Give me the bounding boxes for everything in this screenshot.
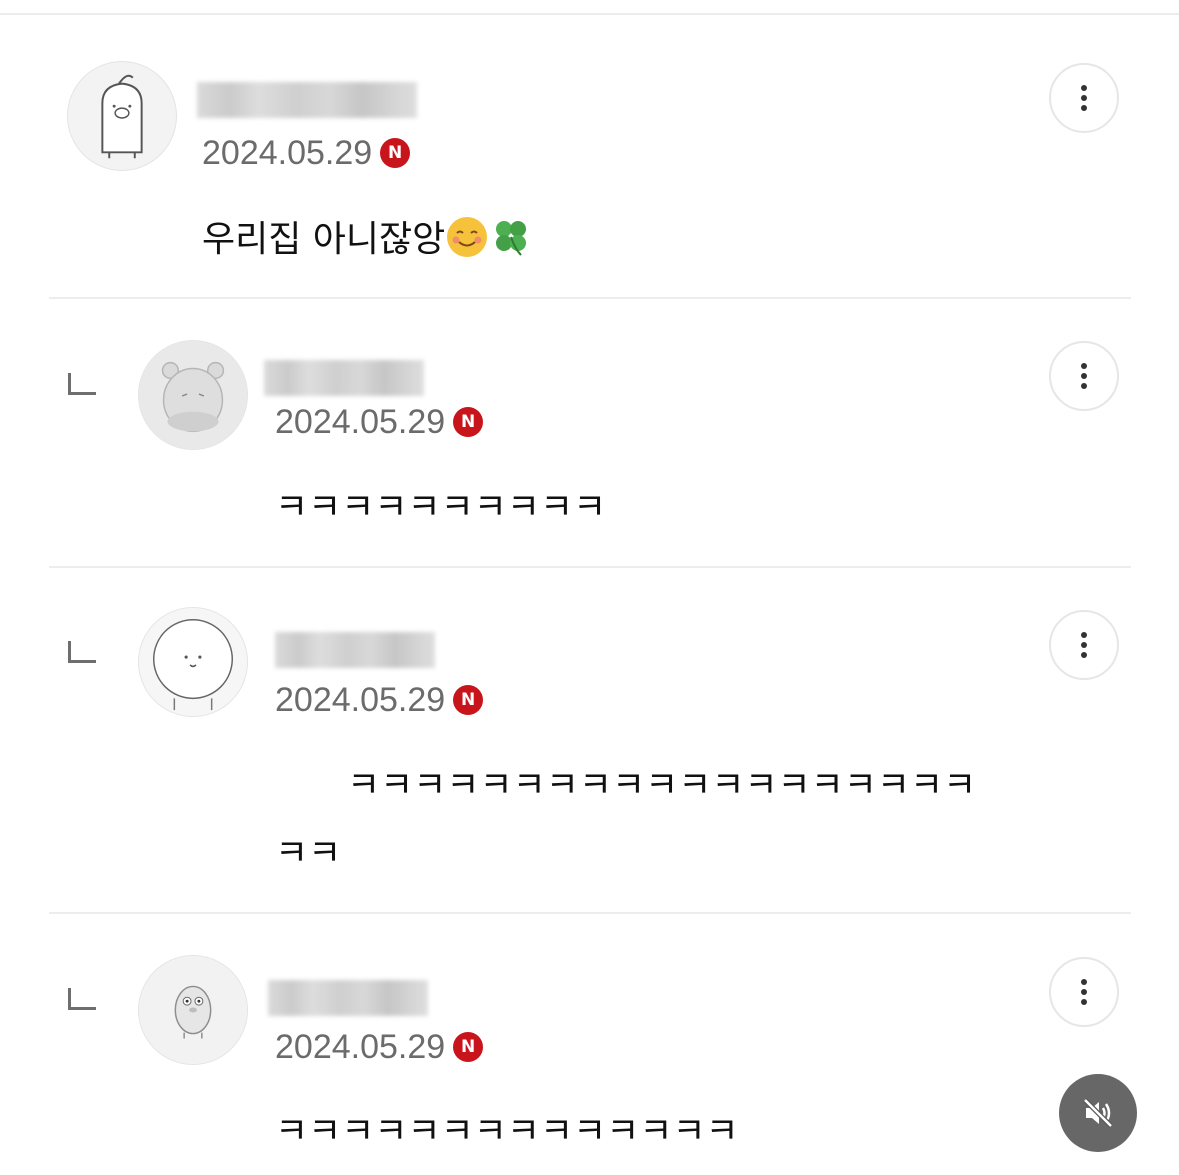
date-row: 2024.05.29 N xyxy=(275,402,484,442)
more-options-button[interactable] xyxy=(1049,63,1119,133)
smiling-blush-emoji xyxy=(447,217,488,257)
comment-divider xyxy=(49,297,1131,299)
avatar[interactable] xyxy=(67,61,177,171)
username-redacted xyxy=(264,360,424,396)
comment-date: 2024.05.29 xyxy=(202,133,373,172)
avatar[interactable] xyxy=(138,955,248,1065)
comment-date: 2024.05.29 xyxy=(275,680,446,719)
chick-avatar-icon xyxy=(139,956,247,1064)
new-badge: N xyxy=(453,407,484,437)
mute-toggle-button[interactable] xyxy=(1059,1074,1137,1152)
more-vertical-icon-dot xyxy=(1081,373,1087,379)
more-vertical-icon xyxy=(1081,632,1087,638)
more-vertical-icon xyxy=(1081,363,1087,369)
more-options-button[interactable] xyxy=(1049,957,1119,1027)
comment-divider xyxy=(49,912,1131,914)
more-vertical-icon xyxy=(1081,979,1087,985)
username-redacted xyxy=(275,632,435,668)
reply-corner-icon xyxy=(68,373,96,395)
comment-text: ㅋㅋㅋㅋㅋㅋㅋㅋㅋㅋ xyxy=(275,487,607,528)
new-badge: N xyxy=(380,138,411,168)
avatar[interactable] xyxy=(138,340,248,450)
date-row: 2024.05.29 N xyxy=(275,1027,484,1067)
more-vertical-icon-dot xyxy=(1081,105,1087,111)
top-divider xyxy=(0,13,1179,15)
date-row: 2024.05.29 N xyxy=(275,680,484,720)
avatar[interactable] xyxy=(138,607,248,717)
username-redacted xyxy=(268,980,428,1016)
more-vertical-icon-dot xyxy=(1081,989,1087,995)
comment-divider xyxy=(49,566,1131,568)
more-vertical-icon-dot xyxy=(1081,383,1087,389)
penguin-avatar-icon xyxy=(101,74,143,159)
date-row: 2024.05.29 N xyxy=(202,133,411,173)
bear-avatar-icon xyxy=(139,341,247,449)
more-vertical-icon-dot xyxy=(1081,652,1087,658)
comment-body: 우리집 아니잖앙 xyxy=(202,210,533,262)
four-leaf-clover-emoji xyxy=(496,221,527,256)
more-options-button[interactable] xyxy=(1049,341,1119,411)
reply-corner-icon xyxy=(68,641,96,663)
reply-corner-icon xyxy=(68,988,96,1010)
more-vertical-icon-dot xyxy=(1081,999,1087,1005)
comment-date: 2024.05.29 xyxy=(275,402,446,441)
new-badge: N xyxy=(453,1032,484,1062)
more-vertical-icon-dot xyxy=(1081,95,1087,101)
round-character-avatar-icon xyxy=(139,608,247,716)
more-vertical-icon-dot xyxy=(1081,642,1087,648)
comment-text-line1: ㅋㅋㅋㅋㅋㅋㅋㅋㅋㅋㅋㅋㅋㅋㅋㅋㅋㅋㅋ xyxy=(347,765,977,806)
username-redacted xyxy=(197,82,417,118)
new-badge: N xyxy=(453,685,484,715)
comment-date: 2024.05.29 xyxy=(275,1027,446,1066)
comment-text: 우리집 아니잖앙 xyxy=(202,219,446,260)
comment-text: ㅋㅋㅋㅋㅋㅋㅋㅋㅋㅋㅋㅋㅋㅋ xyxy=(275,1111,739,1152)
more-vertical-icon xyxy=(1081,85,1087,91)
comment-text-line2: ㅋㅋ xyxy=(275,833,342,874)
more-options-button[interactable] xyxy=(1049,610,1119,680)
speaker-muted-icon xyxy=(1083,1098,1113,1128)
